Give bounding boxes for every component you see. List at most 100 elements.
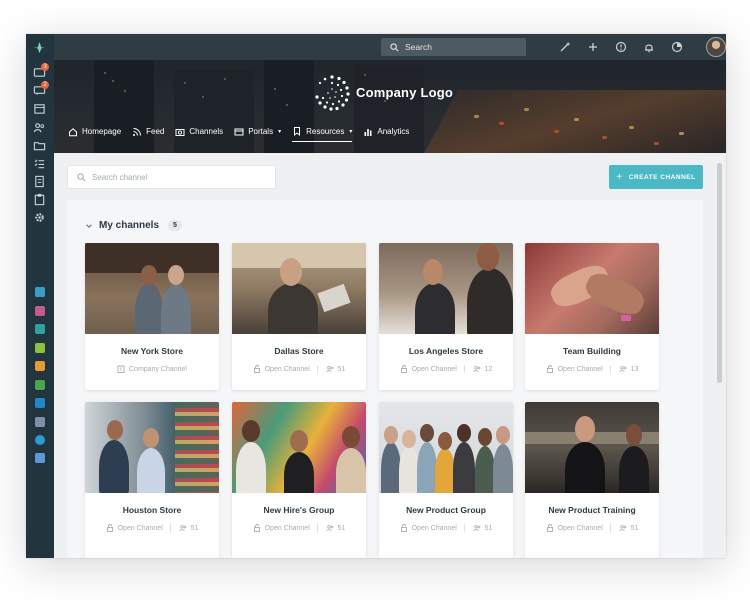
channel-meta: Open Channel | 51 bbox=[232, 524, 366, 532]
channel-type: Open Channel bbox=[557, 365, 603, 373]
member-count: 51 bbox=[190, 524, 199, 532]
users-icon bbox=[178, 525, 186, 532]
main-nav: Homepage Feed Channels Portals ▾ Resourc… bbox=[68, 126, 420, 142]
channel-meta: Open Channel | 51 bbox=[232, 365, 366, 373]
channel-type: Open Channel bbox=[117, 524, 163, 532]
building-icon bbox=[117, 365, 125, 373]
member-count: 12 bbox=[484, 365, 493, 373]
left-rail: 3 2 bbox=[26, 34, 54, 558]
users-icon[interactable] bbox=[33, 121, 46, 134]
channel-card[interactable]: Los Angeles Store Open Channel | 12 bbox=[379, 243, 513, 390]
messages-icon[interactable]: 2 bbox=[33, 81, 49, 97]
channel-image bbox=[379, 243, 513, 334]
unlock-icon bbox=[546, 365, 553, 373]
channel-type: Open Channel bbox=[411, 524, 457, 532]
app-tile-icon[interactable] bbox=[35, 343, 45, 353]
app-tile-icon[interactable] bbox=[35, 435, 45, 445]
member-count: 51 bbox=[337, 524, 346, 532]
member-count: 13 bbox=[630, 365, 639, 373]
nav-channels[interactable]: Channels bbox=[175, 126, 223, 142]
app-tile-icon[interactable] bbox=[35, 417, 45, 427]
alert-circle-icon[interactable] bbox=[615, 41, 627, 53]
nav-portals[interactable]: Portals ▾ bbox=[234, 126, 281, 142]
search-placeholder: Search bbox=[405, 42, 432, 52]
channel-type: Open Channel bbox=[264, 365, 310, 373]
scrollbar[interactable] bbox=[717, 163, 722, 383]
search-channel-input[interactable]: Search channel bbox=[67, 165, 276, 189]
global-search-input[interactable]: Search bbox=[381, 38, 526, 56]
checklist-icon[interactable] bbox=[33, 157, 46, 170]
app-tile-icon[interactable] bbox=[35, 306, 45, 316]
channel-card[interactable]: Team Building Open Channel | 13 bbox=[525, 243, 659, 390]
folder-icon[interactable] bbox=[33, 139, 46, 152]
channel-card[interactable]: Houston Store Open Channel | 51 bbox=[85, 402, 219, 558]
channel-card[interactable]: Dallas Store Open Channel | 51 bbox=[232, 243, 366, 390]
top-bar: Search bbox=[54, 34, 726, 60]
gear-icon[interactable] bbox=[33, 211, 46, 224]
channel-meta: Open Channel | 12 bbox=[379, 365, 513, 373]
calendar-icon[interactable] bbox=[33, 102, 46, 115]
main-content: Search channel + CREATE CHANNEL My chann… bbox=[54, 153, 726, 558]
nav-resources[interactable]: Resources ▾ bbox=[292, 126, 353, 142]
channel-count-badge: 5 bbox=[168, 220, 182, 231]
channel-image bbox=[525, 402, 659, 493]
app-logo-icon[interactable] bbox=[33, 41, 46, 54]
create-channel-button[interactable]: + CREATE CHANNEL bbox=[609, 165, 703, 189]
inbox-icon[interactable]: 3 bbox=[33, 63, 49, 79]
channel-image bbox=[232, 402, 366, 493]
company-logo-icon bbox=[315, 75, 350, 111]
card-icon bbox=[234, 128, 244, 135]
unlock-icon bbox=[400, 365, 407, 373]
app-tile-icon[interactable] bbox=[35, 380, 45, 390]
unlock-icon bbox=[400, 524, 407, 532]
bell-icon[interactable] bbox=[643, 41, 655, 53]
channel-card[interactable]: New Hire's Group Open Channel | 51 bbox=[232, 402, 366, 558]
search-icon bbox=[77, 172, 86, 181]
users-icon bbox=[472, 366, 480, 373]
pie-chart-icon[interactable] bbox=[671, 41, 683, 53]
chevron-down-icon: ▾ bbox=[349, 128, 353, 135]
app-tile-icon[interactable] bbox=[35, 361, 45, 371]
nav-feed[interactable]: Feed bbox=[132, 126, 164, 142]
channel-title: Los Angeles Store bbox=[408, 346, 484, 356]
bar-chart-icon bbox=[364, 128, 372, 136]
app-tile-icon[interactable] bbox=[35, 398, 45, 408]
channel-card[interactable]: New York Store Company Channel bbox=[85, 243, 219, 390]
app-tile-icon[interactable] bbox=[35, 324, 45, 334]
wand-icon[interactable] bbox=[559, 41, 571, 53]
channel-type: Company Channel bbox=[129, 365, 187, 373]
app-tile-icon[interactable] bbox=[35, 287, 45, 297]
unlock-icon bbox=[106, 524, 113, 532]
nav-homepage[interactable]: Homepage bbox=[68, 126, 121, 142]
channel-meta: Open Channel | 51 bbox=[85, 524, 219, 532]
document-icon[interactable] bbox=[33, 175, 46, 188]
my-channels-header[interactable]: My channels 5 bbox=[85, 220, 182, 231]
app-tile-icon[interactable] bbox=[35, 453, 45, 463]
channel-card[interactable]: New Product Group Open Channel | 51 bbox=[379, 402, 513, 558]
user-avatar[interactable] bbox=[706, 37, 726, 57]
create-channel-label: CREATE CHANNEL bbox=[628, 173, 696, 181]
plus-icon[interactable] bbox=[587, 41, 599, 53]
users-icon bbox=[618, 366, 626, 373]
section-title: My channels bbox=[99, 220, 160, 231]
users-icon bbox=[325, 366, 333, 373]
channel-card[interactable]: New Product Training Open Channel | 51 bbox=[525, 402, 659, 558]
channel-title: Houston Store bbox=[122, 505, 182, 515]
nav-analytics[interactable]: Analytics bbox=[363, 126, 409, 142]
search-icon bbox=[390, 42, 399, 51]
channel-type: Open Channel bbox=[264, 524, 310, 532]
channel-title: New Hire's Group bbox=[263, 505, 335, 515]
app-window: 3 2 Search Company Logo Homepage Feed Ch… bbox=[26, 34, 726, 558]
member-count: 51 bbox=[484, 524, 493, 532]
nav-label: Analytics bbox=[377, 127, 410, 136]
channel-image bbox=[85, 402, 219, 493]
rss-icon bbox=[133, 127, 142, 136]
channel-image bbox=[232, 243, 366, 334]
channel-type: Open Channel bbox=[411, 365, 457, 373]
chevron-down-icon bbox=[86, 223, 92, 228]
users-icon bbox=[472, 525, 480, 532]
clipboard-icon[interactable] bbox=[33, 193, 46, 206]
chevron-down-icon: ▾ bbox=[278, 129, 282, 135]
nav-label: Channels bbox=[189, 127, 224, 136]
member-count: 51 bbox=[337, 365, 346, 373]
